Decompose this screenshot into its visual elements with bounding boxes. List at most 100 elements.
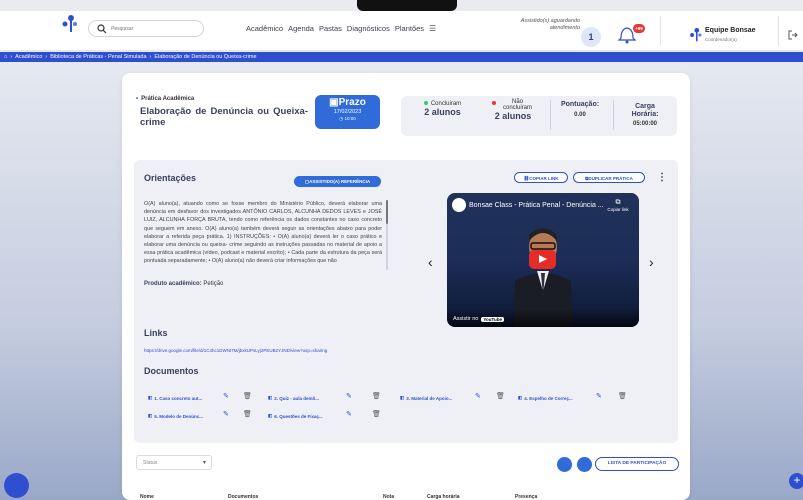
deadline-date: 17/02/2023: [333, 109, 362, 115]
camera-notch: [357, 0, 457, 11]
delete-icon[interactable]: 🗑: [243, 392, 252, 400]
stat-concluiram: Concluiram 2 alunos: [415, 101, 470, 117]
red-dot: [491, 101, 496, 105]
user-role: Coordenador(a): [705, 37, 737, 42]
produto-academico: Produto acadêmico: Petição: [144, 281, 224, 287]
search-icon: [97, 24, 107, 34]
orientacoes-title: Orientações: [144, 173, 197, 183]
concluiram-value: 2 alunos: [424, 107, 461, 117]
copy-link-button[interactable]: ⛓COPIAR LINK: [514, 172, 568, 183]
assistido-referencia-button[interactable]: ▢ASSISTIDO(A) REFERÊNCIA: [294, 176, 381, 187]
search-box[interactable]: [88, 20, 204, 37]
deadline-time: ◷ 10:00: [339, 116, 356, 121]
carga-value: 05:00:00: [632, 121, 658, 127]
assist-waiting-text: Assistido(s) aguardando atendimento: [520, 18, 580, 31]
video-player[interactable]: Bonsae Class - Prática Penal - Denúncia …: [447, 193, 639, 327]
deadline-box: ▣Prazo 17/02/2023 ◷ 10:00: [315, 95, 380, 129]
stat-nao-concluiram: Não concluiram 2 alunos: [484, 99, 542, 121]
file-icon: ◧: [148, 395, 153, 400]
carousel-prev-icon[interactable]: ‹: [428, 254, 433, 270]
nao-concluiram-value: 2 alunos: [494, 111, 532, 121]
bonsae-logo[interactable]: [62, 15, 78, 33]
divider: [550, 100, 551, 130]
logout-icon[interactable]: [788, 30, 798, 40]
status-select[interactable]: Status: [136, 455, 212, 470]
user-name[interactable]: Equipe Bonsae: [705, 27, 756, 34]
breadcrumb: ⌂ › Acadêmico › Biblioteca de Práticas -…: [0, 52, 803, 62]
add-icon[interactable]: +: [789, 473, 803, 489]
document-item[interactable]: ◧ 4. Espelho de Correç...: [518, 395, 573, 401]
column-header: Nota: [383, 494, 395, 500]
column-header: Presença: [515, 494, 538, 500]
breadcrumb-separator: ›: [45, 54, 48, 60]
nav-agenda[interactable]: Agenda: [288, 24, 314, 33]
delete-icon[interactable]: 🗑: [372, 392, 381, 400]
document-item[interactable]: ◧ 6. Questões de Fixaç...: [268, 413, 323, 419]
file-icon: ◧: [518, 395, 523, 400]
stat-carga: Carga Horária: 05:00:00: [622, 103, 668, 127]
edit-icon[interactable]: ✎: [346, 392, 352, 400]
edit-icon[interactable]: ✎: [223, 410, 229, 418]
delete-icon[interactable]: 🗑: [496, 392, 505, 400]
more-options-icon[interactable]: ⋮: [657, 172, 667, 183]
edit-icon[interactable]: ✎: [346, 410, 352, 418]
delete-icon[interactable]: 🗑: [372, 410, 381, 418]
orientacoes-text: O(A) aluno(a), atuando como se fosse mem…: [144, 201, 382, 265]
copy-icon: ⧉: [615, 199, 621, 206]
file-icon: ◧: [400, 395, 405, 400]
divider: [778, 16, 779, 46]
breadcrumb-biblioteca[interactable]: Biblioteca de Práticas - Penal Simulada: [50, 52, 146, 62]
nav-pastas[interactable]: Pastas: [319, 24, 342, 33]
video-copy-link[interactable]: ⧉ Copiar link: [603, 199, 633, 212]
video-title[interactable]: Bonsae Class - Prática Penal - Denúncia …: [469, 202, 604, 209]
chat-icon[interactable]: [4, 473, 29, 498]
links-title: Links: [144, 328, 168, 338]
main-nav: Acadêmico Agenda Pastas Diagnósticos Pla…: [246, 24, 436, 33]
delete-icon[interactable]: 🗑: [618, 392, 627, 400]
breadcrumb-academico[interactable]: Acadêmico: [15, 52, 42, 62]
duplicate-practice-button[interactable]: ⧉DUPLICAR PRÁTICA: [573, 172, 645, 183]
assist-count-badge[interactable]: 1: [581, 27, 601, 47]
channel-avatar[interactable]: [452, 198, 466, 212]
nav-academico[interactable]: Acadêmico: [246, 24, 283, 33]
breadcrumb-separator: ›: [10, 54, 13, 60]
pontuacao-label: Pontuação:: [560, 101, 600, 108]
home-icon[interactable]: ⌂: [4, 52, 7, 62]
carga-label: Carga Horária:: [631, 103, 659, 118]
top-bar: Acadêmico Agenda Pastas Diagnósticos Pla…: [0, 11, 803, 51]
pontuacao-value: 0.00: [574, 112, 586, 118]
menu-list-icon[interactable]: ☰: [429, 24, 436, 33]
user-logo-icon: [690, 28, 702, 42]
orientacoes-scrollbar[interactable]: [386, 200, 388, 270]
file-icon: ◧: [268, 413, 273, 418]
deadline-label: ▣Prazo: [329, 97, 366, 108]
export-icon[interactable]: [577, 457, 592, 472]
divider: [613, 100, 614, 130]
play-button[interactable]: [529, 250, 556, 269]
user-icon[interactable]: [557, 457, 572, 472]
youtube-icon: YouTube: [481, 316, 504, 322]
search-input[interactable]: [111, 23, 199, 34]
document-item[interactable]: ◧ 5. Modelo de Denúnc...: [148, 413, 203, 419]
green-dot: [423, 101, 428, 106]
document-item[interactable]: ◧ 2. Quiz - aula demô...: [268, 395, 319, 401]
delete-icon[interactable]: 🗑: [243, 410, 252, 418]
document-item[interactable]: ◧ 1. Caso concreto aut...: [148, 395, 202, 401]
practice-kind: Prática Acadêmica: [136, 96, 194, 102]
edit-icon[interactable]: ✎: [596, 392, 602, 400]
column-header: Carga horária: [427, 494, 460, 500]
drive-link[interactable]: https://drive.google.com/file/d/1C4hc1DW…: [144, 348, 327, 353]
breadcrumb-current: Elaboração de Denúncia ou Queixa-crime: [154, 54, 257, 60]
nav-plantoes[interactable]: Plantões: [395, 24, 424, 33]
lista-participacao-button[interactable]: LISTA DE PARTICIPAÇÃO: [595, 457, 679, 471]
practice-title: Elaboração de Denúncia ou Queixa-crime: [140, 106, 308, 128]
edit-icon[interactable]: ✎: [223, 392, 229, 400]
stat-pontuacao: Pontuação: 0.00: [555, 101, 605, 118]
carousel-next-icon[interactable]: ›: [649, 254, 654, 270]
watch-on-youtube[interactable]: Assistir no YouTube: [453, 316, 504, 322]
column-header: Documentos: [228, 494, 259, 500]
nav-diagnosticos[interactable]: Diagnósticos: [347, 24, 390, 33]
notification-badge: +99: [633, 24, 645, 33]
document-item[interactable]: ◧ 3. Material de Apoio...: [400, 395, 452, 401]
edit-icon[interactable]: ✎: [475, 392, 481, 400]
